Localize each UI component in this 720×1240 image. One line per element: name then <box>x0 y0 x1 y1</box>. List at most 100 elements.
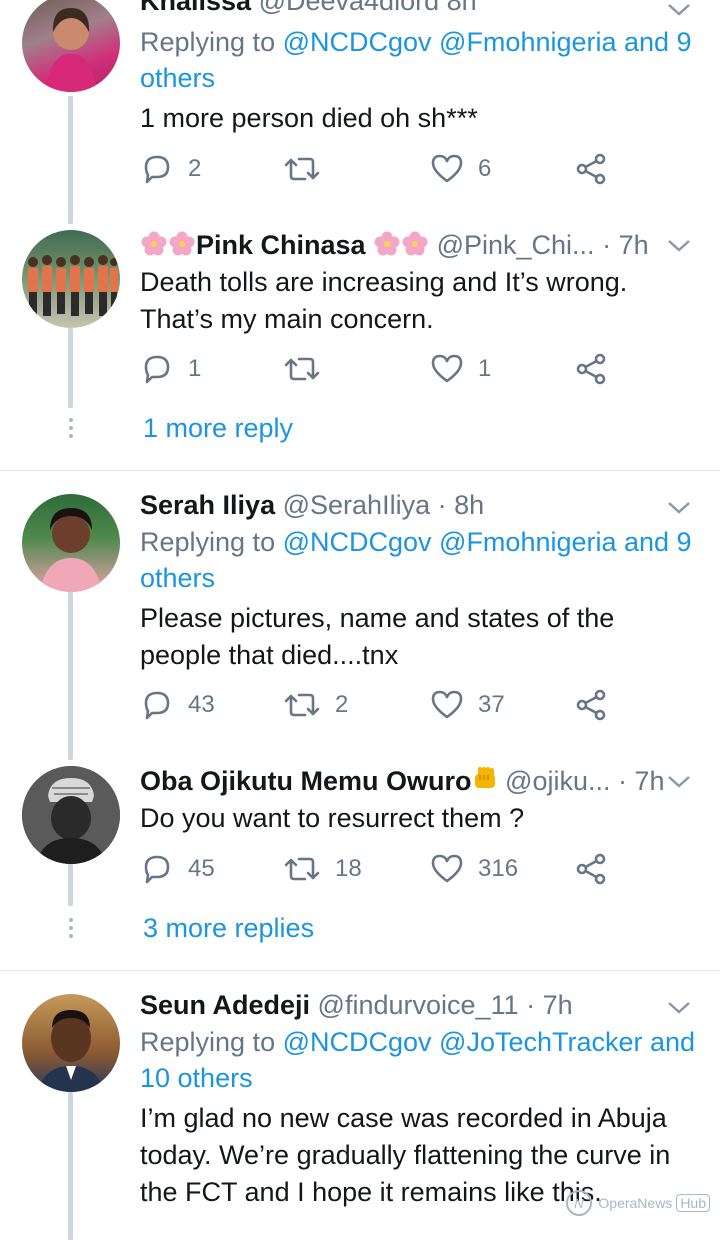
tweet-text: Death tolls are increasing and It’s wron… <box>140 267 628 334</box>
avatar[interactable] <box>22 766 120 864</box>
reply-to-link[interactable]: @NCDCgov @Fmohnigeria and 9 <box>283 527 692 557</box>
share-button[interactable] <box>574 352 608 386</box>
reply-to-others-link[interactable]: others <box>140 63 215 93</box>
reply-count: 2 <box>188 155 202 182</box>
chevron-down-icon[interactable] <box>666 774 692 790</box>
like-button[interactable]: 6 <box>430 152 491 186</box>
divider <box>0 470 720 471</box>
user-handle[interactable]: @Pink_Chi... <box>437 230 595 260</box>
reply-to-link[interactable]: @NCDCgov @JoTechTracker and <box>283 1027 695 1057</box>
replying-to: Replying to @NCDCgov @Fmohnigeria and 9 … <box>140 27 692 93</box>
heart-icon <box>431 854 463 883</box>
user-handle[interactable]: @SerahIliya <box>283 490 430 520</box>
thread-line <box>68 1092 73 1240</box>
thread-line <box>68 592 73 760</box>
reply-button[interactable]: 45 <box>140 852 215 886</box>
watermark-brand: OperaNews <box>598 1195 673 1211</box>
avatar[interactable] <box>22 0 120 92</box>
cherry-blossom-icon <box>169 231 195 256</box>
user-name[interactable]: Pink Chinasa <box>196 230 366 260</box>
more-replies-link[interactable]: 1 more reply <box>143 413 293 444</box>
retweet-button[interactable]: 2 <box>283 688 348 722</box>
retweet-count: 18 <box>335 855 362 882</box>
thread-continuation-dots <box>68 918 74 942</box>
share-icon <box>576 853 606 885</box>
share-icon <box>576 689 606 721</box>
more-replies-link[interactable]: 3 more replies <box>143 913 314 944</box>
reply-to-link[interactable]: @NCDCgov @Fmohnigeria and 9 <box>283 27 692 57</box>
avatar[interactable] <box>22 494 120 592</box>
tweet-time: · 7h <box>526 990 573 1020</box>
retweet-icon <box>284 693 320 717</box>
cherry-blossom-icon <box>402 231 428 256</box>
chevron-down-icon[interactable] <box>666 1000 692 1016</box>
tweet-text: 1 more person died oh sh*** <box>140 103 478 133</box>
reply-to-others-link[interactable]: others <box>140 563 215 593</box>
like-count: 6 <box>478 155 492 182</box>
tweet-header: Seun Adedeji @findurvoice_11 · 7h <box>140 990 573 1021</box>
divider <box>0 970 720 971</box>
share-icon <box>576 353 606 385</box>
avatar[interactable] <box>22 230 120 328</box>
operanews-logo-icon: N <box>566 1190 593 1216</box>
reply-icon <box>144 691 170 720</box>
tweet-actions: 45 18 316 <box>140 852 620 892</box>
tweet-time: · 7h <box>602 230 649 260</box>
tweet-header: Pink Chinasa @Pink_Chi... · 7h <box>140 230 649 261</box>
heart-icon <box>431 154 463 183</box>
user-handle[interactable]: @findurvoice_11 <box>318 990 519 1020</box>
chevron-down-icon[interactable] <box>666 500 692 516</box>
watermark-suffix: Hub <box>676 1194 710 1212</box>
retweet-button[interactable]: 18 <box>283 852 362 886</box>
share-button[interactable] <box>574 152 608 186</box>
retweet-button[interactable] <box>283 352 335 386</box>
heart-icon <box>431 690 463 719</box>
avatar[interactable] <box>22 994 120 1092</box>
reply-icon <box>144 355 170 384</box>
share-icon <box>576 153 606 185</box>
tweet-header: Khalissa @Deeva4dlord 8h <box>140 0 477 17</box>
svg-text:N: N <box>575 1196 585 1211</box>
raised-fist-icon <box>474 767 495 788</box>
like-button[interactable]: 37 <box>430 688 505 722</box>
like-button[interactable]: 316 <box>430 852 518 886</box>
reply-count: 43 <box>188 691 215 718</box>
replying-to: Replying to @NCDCgov @JoTechTracker and … <box>140 1027 696 1093</box>
reply-button[interactable]: 43 <box>140 688 215 722</box>
thread-line <box>68 864 73 906</box>
user-name[interactable]: Seun Adedeji <box>140 990 310 1020</box>
like-count: 37 <box>478 691 505 718</box>
reply-icon <box>144 855 170 884</box>
user-handle[interactable]: @ojiku... <box>505 766 610 796</box>
watermark: N OperaNews Hub <box>564 1188 710 1218</box>
chevron-down-icon[interactable] <box>666 238 692 254</box>
tweet-actions: 43 2 37 <box>140 688 620 728</box>
retweet-button[interactable] <box>283 152 335 186</box>
user-handle[interactable]: @Deeva4dlord <box>259 0 440 16</box>
tweet-time: · 7h <box>618 766 665 796</box>
reply-button[interactable]: 1 <box>140 352 201 386</box>
like-count: 316 <box>478 855 519 882</box>
user-name[interactable]: Serah Iliya <box>140 490 275 520</box>
reply-button[interactable]: 2 <box>140 152 201 186</box>
reply-to-others-link[interactable]: 10 others <box>140 1063 253 1093</box>
share-button[interactable] <box>574 852 608 886</box>
retweet-icon <box>284 357 320 381</box>
thread-continuation-dots <box>68 418 74 442</box>
like-button[interactable]: 1 <box>430 352 491 386</box>
retweet-icon <box>284 157 320 181</box>
tweet-header: Oba Ojikutu Memu Owuro @ojiku... · 7h <box>140 766 665 797</box>
heart-icon <box>431 354 463 383</box>
user-name[interactable]: Oba Ojikutu Memu Owuro <box>140 766 472 796</box>
chevron-down-icon[interactable] <box>666 2 692 18</box>
thread-line <box>68 328 73 408</box>
cherry-blossom-icon <box>374 231 400 256</box>
reply-count: 1 <box>188 355 202 382</box>
user-name[interactable]: Khalissa <box>140 0 251 16</box>
tweet-header: Serah Iliya @SerahIliya · 8h <box>140 490 484 521</box>
share-button[interactable] <box>574 688 608 722</box>
tweet-text: Do you want to resurrect them ? <box>140 803 525 833</box>
like-count: 1 <box>478 355 492 382</box>
retweet-icon <box>284 857 320 881</box>
tweet-actions: 2 6 <box>140 152 620 192</box>
